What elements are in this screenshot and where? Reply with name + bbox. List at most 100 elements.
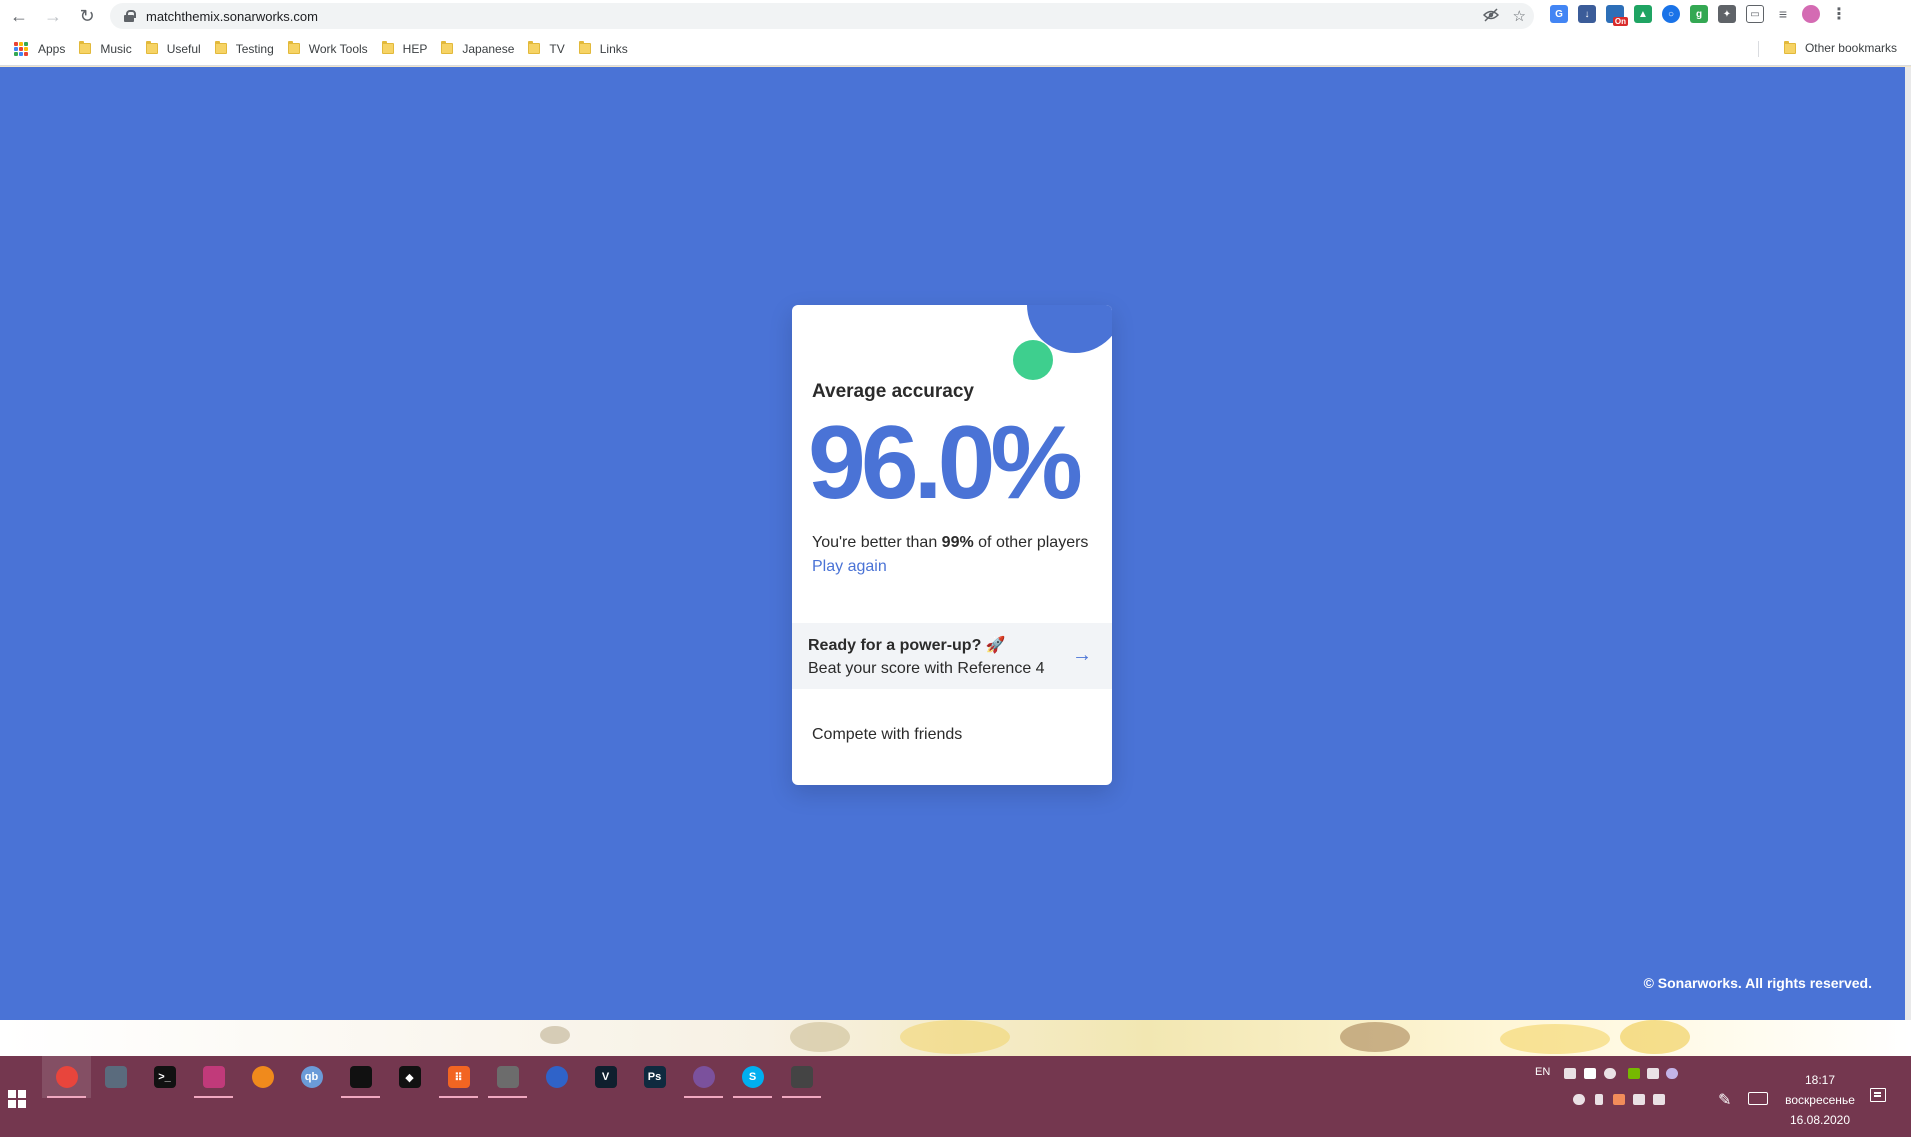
viber-tray-icon[interactable] <box>1666 1068 1678 1079</box>
url-text[interactable]: matchthemix.sonarworks.com <box>146 9 318 24</box>
download-extension-icon[interactable]: ↓ <box>1578 5 1596 23</box>
taskbar-tidal[interactable]: ◆ <box>385 1056 434 1098</box>
other-bookmarks[interactable]: Other bookmarks <box>1783 40 1897 55</box>
bookmark-label: TV <box>549 41 565 56</box>
speaker-warning-icon[interactable] <box>1613 1094 1625 1105</box>
taskbar-portal[interactable] <box>532 1056 581 1098</box>
bookmark-music[interactable]: Music <box>79 41 132 56</box>
bookmark-star-icon[interactable]: ☆ <box>1513 7 1526 27</box>
fl-studio-icon: ⠿ <box>447 1066 470 1088</box>
reload-button[interactable]: ↻ <box>72 1 102 31</box>
scrollbar[interactable] <box>1905 67 1911 1020</box>
folder-icon <box>381 41 394 54</box>
powerup-subtitle: Beat your score with Reference 4 <box>808 660 1045 677</box>
vegas-icon: V <box>594 1066 617 1088</box>
skype-icon: S <box>741 1066 764 1088</box>
usb-icon[interactable] <box>1595 1094 1603 1105</box>
ranking-prefix: You're better than <box>812 534 942 551</box>
lock-icon[interactable] <box>124 10 136 22</box>
desktop-wallpaper <box>0 1020 1911 1056</box>
taskbar-apps: >_ qb ◆ ⠿ V Ps S <box>42 1056 826 1098</box>
pen-icon[interactable]: ✎ <box>1718 1090 1731 1110</box>
clock[interactable]: 18:17 воскресенье 16.08.2020 <box>1780 1070 1860 1130</box>
volume-icon[interactable] <box>1653 1094 1665 1105</box>
notifications-icon[interactable] <box>1870 1088 1886 1102</box>
bookmark-apps[interactable]: Apps <box>14 41 66 56</box>
arrow-right-icon[interactable]: → <box>1072 644 1092 667</box>
bookmark-label: Useful <box>166 41 201 56</box>
taskbar-foobar[interactable] <box>336 1056 385 1098</box>
taskbar-save[interactable] <box>189 1056 238 1098</box>
keyboard-icon[interactable] <box>1748 1092 1768 1105</box>
eye-off-icon[interactable] <box>1482 7 1499 27</box>
powerup-banner[interactable]: Ready for a power-up? 🚀 Beat your score … <box>792 623 1112 689</box>
drive-extension-icon[interactable]: ▲ <box>1634 5 1652 23</box>
taskbar-virtual-drive[interactable] <box>483 1056 532 1098</box>
shield-icon[interactable] <box>1584 1068 1596 1079</box>
taskbar-calculator[interactable] <box>91 1056 140 1098</box>
calculator-icon <box>104 1066 127 1088</box>
folder-icon <box>1783 40 1796 54</box>
taskbar-chrome[interactable] <box>42 1056 91 1098</box>
calendar-extension-icon[interactable]: On <box>1606 5 1628 26</box>
bookmark-label: Music <box>100 41 132 56</box>
portal-icon <box>545 1066 568 1088</box>
bookmark-testing[interactable]: Testing <box>214 41 274 56</box>
puzzle-extensions-icon[interactable]: ✦ <box>1718 5 1736 23</box>
bookmark-label: Apps <box>38 41 66 56</box>
reading-list-icon[interactable]: ≡ <box>1774 5 1792 23</box>
bookmark-links[interactable]: Links <box>578 41 628 56</box>
taskbar: >_ qb ◆ ⠿ V Ps S EN ✎ 18:17 воскресенье 16.08.… <box>0 1056 1911 1137</box>
bookmark-label: Testing <box>235 41 274 56</box>
address-bar[interactable]: matchthemix.sonarworks.com ☆ <box>110 3 1534 29</box>
network-icon[interactable] <box>1633 1094 1645 1105</box>
copyright-text: © Sonarworks. All rights reserved. <box>1643 975 1872 991</box>
taskbar-qbittorrent[interactable]: qb <box>287 1056 336 1098</box>
taskbar-skype[interactable]: S <box>728 1056 777 1098</box>
tray-app-icon[interactable] <box>1564 1068 1576 1079</box>
powerup-title: Ready for a power-up? 🚀 <box>808 637 1006 654</box>
nvidia-icon[interactable] <box>1628 1068 1640 1079</box>
apps-grid-icon <box>14 41 28 56</box>
language-indicator[interactable]: EN <box>1535 1066 1550 1078</box>
ranking-suffix: of other players <box>973 534 1089 551</box>
bookmark-work-tools[interactable]: Work Tools <box>287 41 368 56</box>
cast-icon[interactable]: ▭ <box>1746 5 1764 23</box>
circle-extension-icon[interactable]: ○ <box>1662 5 1680 23</box>
bookmarks-bar: Apps Music Useful Testing Work Tools HEP Japan… <box>0 32 1911 66</box>
browser-menu-icon[interactable]: ⋮ <box>1830 5 1848 23</box>
clock-time: 18:17 <box>1804 1073 1836 1087</box>
compete-with-friends-link[interactable]: Compete with friends <box>812 726 962 744</box>
back-button[interactable]: ← <box>4 1 34 31</box>
folder-icon <box>441 41 454 54</box>
viber-icon <box>692 1066 715 1088</box>
forward-button[interactable]: → <box>38 1 68 31</box>
bookmark-hep[interactable]: HEP <box>381 41 428 56</box>
taskbar-fl-studio[interactable]: ⠿ <box>434 1056 483 1098</box>
cloud-link-icon[interactable] <box>1604 1068 1616 1079</box>
translate-extension-icon[interactable]: G <box>1550 5 1568 23</box>
taskbar-terminal[interactable]: >_ <box>140 1056 189 1098</box>
play-again-link[interactable]: Play again <box>812 558 887 576</box>
bookmark-tv[interactable]: TV <box>528 41 565 56</box>
taskbar-photoshop[interactable]: Ps <box>630 1056 679 1098</box>
photoshop-icon: Ps <box>643 1066 666 1088</box>
bookmarks-separator <box>1758 41 1759 57</box>
onedrive-icon[interactable] <box>1573 1094 1585 1105</box>
google-extension-icon[interactable]: g <box>1690 5 1708 23</box>
taskbar-viber[interactable] <box>679 1056 728 1098</box>
other-bookmarks-label: Other bookmarks <box>1804 41 1897 55</box>
profile-avatar[interactable] <box>1802 5 1820 23</box>
tray-app-icon[interactable] <box>1647 1068 1659 1079</box>
taskbar-vegas[interactable]: V <box>581 1056 630 1098</box>
folder-icon <box>145 41 158 54</box>
browser-toolbar: ← → ↻ matchthemix.sonarworks.com ☆ G ↓ O… <box>0 0 1911 32</box>
bookmark-japanese[interactable]: Japanese <box>441 41 514 56</box>
taskbar-photos[interactable] <box>777 1056 826 1098</box>
bookmark-label: HEP <box>402 41 428 56</box>
bookmark-useful[interactable]: Useful <box>145 41 201 56</box>
taskbar-audacity[interactable] <box>238 1056 287 1098</box>
windows-start-icon[interactable] <box>8 1090 26 1108</box>
folder-icon <box>214 41 227 54</box>
ranking-text: You're better than 99% of other players <box>812 534 1088 552</box>
